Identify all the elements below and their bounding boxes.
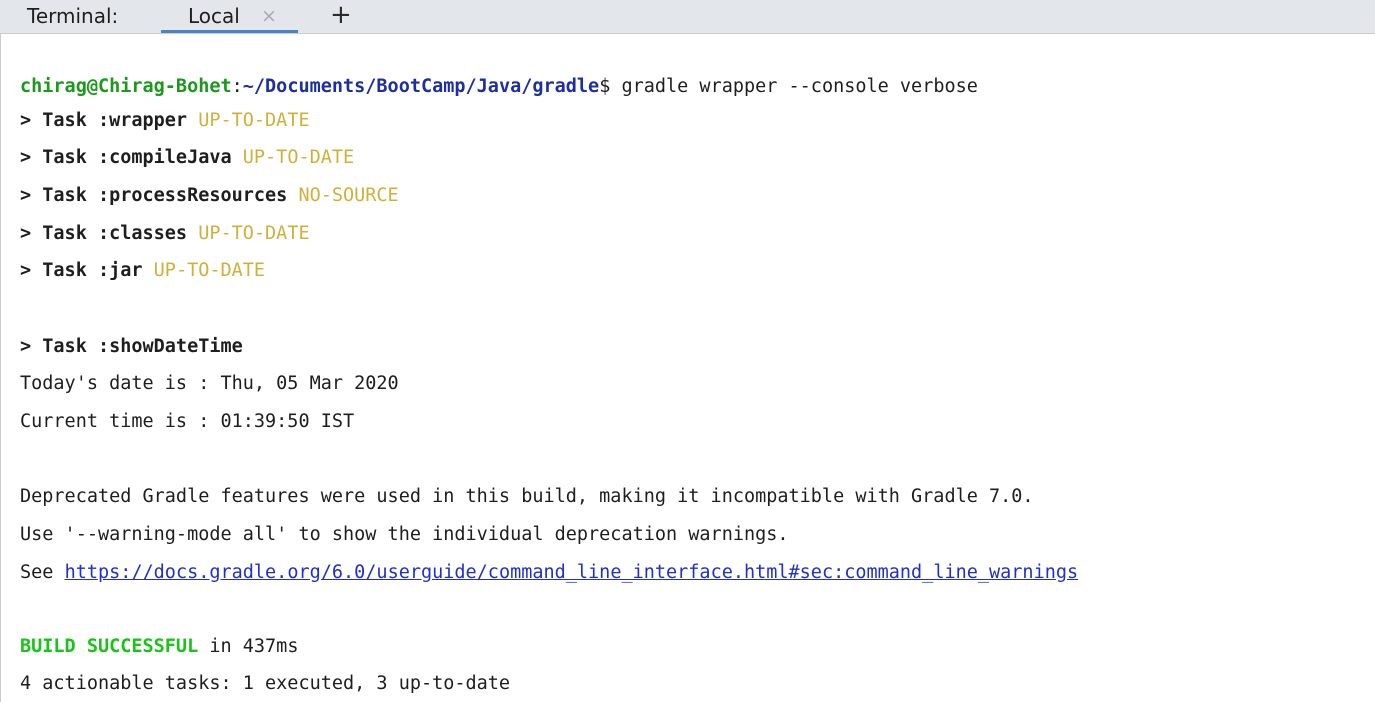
show-datetime-task: > Task :showDateTime [20, 336, 243, 357]
tool-window-title: Terminal: [27, 4, 119, 28]
add-tab-icon[interactable]: + [330, 1, 352, 29]
gutter-border [0, 34, 1, 702]
task-line: > Task :processResources NO-SOURCE [20, 181, 399, 211]
task-status: NO-SOURCE [298, 185, 399, 206]
close-icon[interactable]: × [261, 3, 277, 29]
tab-local-label[interactable]: Local [188, 3, 240, 29]
terminal-output[interactable]: chirag@Chirag-Bohet:~/Documents/BootCamp… [20, 34, 1375, 702]
task-name: > Task :compileJava [20, 147, 232, 168]
tab-local[interactable]: Local × [161, 0, 298, 33]
build-result-line: BUILD SUCCESSFUL in 437ms [20, 632, 298, 662]
build-duration: in 437ms [198, 636, 299, 657]
task-line: > Task :compileJava UP-TO-DATE [20, 143, 354, 173]
task-name: > Task :wrapper [20, 110, 188, 131]
prompt-symbol: $ [599, 76, 611, 97]
date-output: Today's date is : Thu, 05 Mar 2020 [20, 373, 399, 394]
task-line: > Task :classes UP-TO-DATE [20, 219, 310, 249]
task-status: UP-TO-DATE [153, 260, 266, 281]
task-line: > Task :wrapper UP-TO-DATE [20, 106, 310, 136]
build-status: BUILD SUCCESSFUL [20, 636, 199, 657]
task-status: UP-TO-DATE [198, 223, 310, 244]
task-name: > Task :classes [20, 223, 188, 244]
deprecation-message: Deprecated Gradle features were used in … [20, 486, 1034, 507]
prompt-command: gradle wrapper --console verbose [610, 76, 978, 97]
docs-reference-prefix: See [20, 562, 65, 583]
time-output: Current time is : 01:39:50 IST [20, 411, 355, 432]
prompt-separator: : [231, 76, 243, 97]
task-name: > Task :processResources [20, 185, 288, 206]
task-line: > Task :jar UP-TO-DATE [20, 256, 265, 286]
task-status: UP-TO-DATE [198, 110, 310, 131]
warning-mode-hint: Use '--warning-mode all' to show the ind… [20, 524, 789, 545]
build-summary: 4 actionable tasks: 1 executed, 3 up-to-… [20, 673, 511, 694]
prompt-line: chirag@Chirag-Bohet:~/Documents/BootCamp… [20, 72, 978, 102]
terminal-tab-bar: Terminal: Local × + [0, 0, 1375, 34]
docs-link[interactable]: https://docs.gradle.org/6.0/userguide/co… [65, 562, 1079, 583]
docs-reference-line: See https://docs.gradle.org/6.0/userguid… [20, 558, 1078, 588]
task-name: > Task :jar [20, 260, 143, 281]
task-status: UP-TO-DATE [242, 147, 355, 168]
prompt-user-host: chirag@Chirag-Bohet [20, 76, 232, 97]
prompt-path: ~/Documents/BootCamp/Java/gradle [242, 76, 600, 97]
